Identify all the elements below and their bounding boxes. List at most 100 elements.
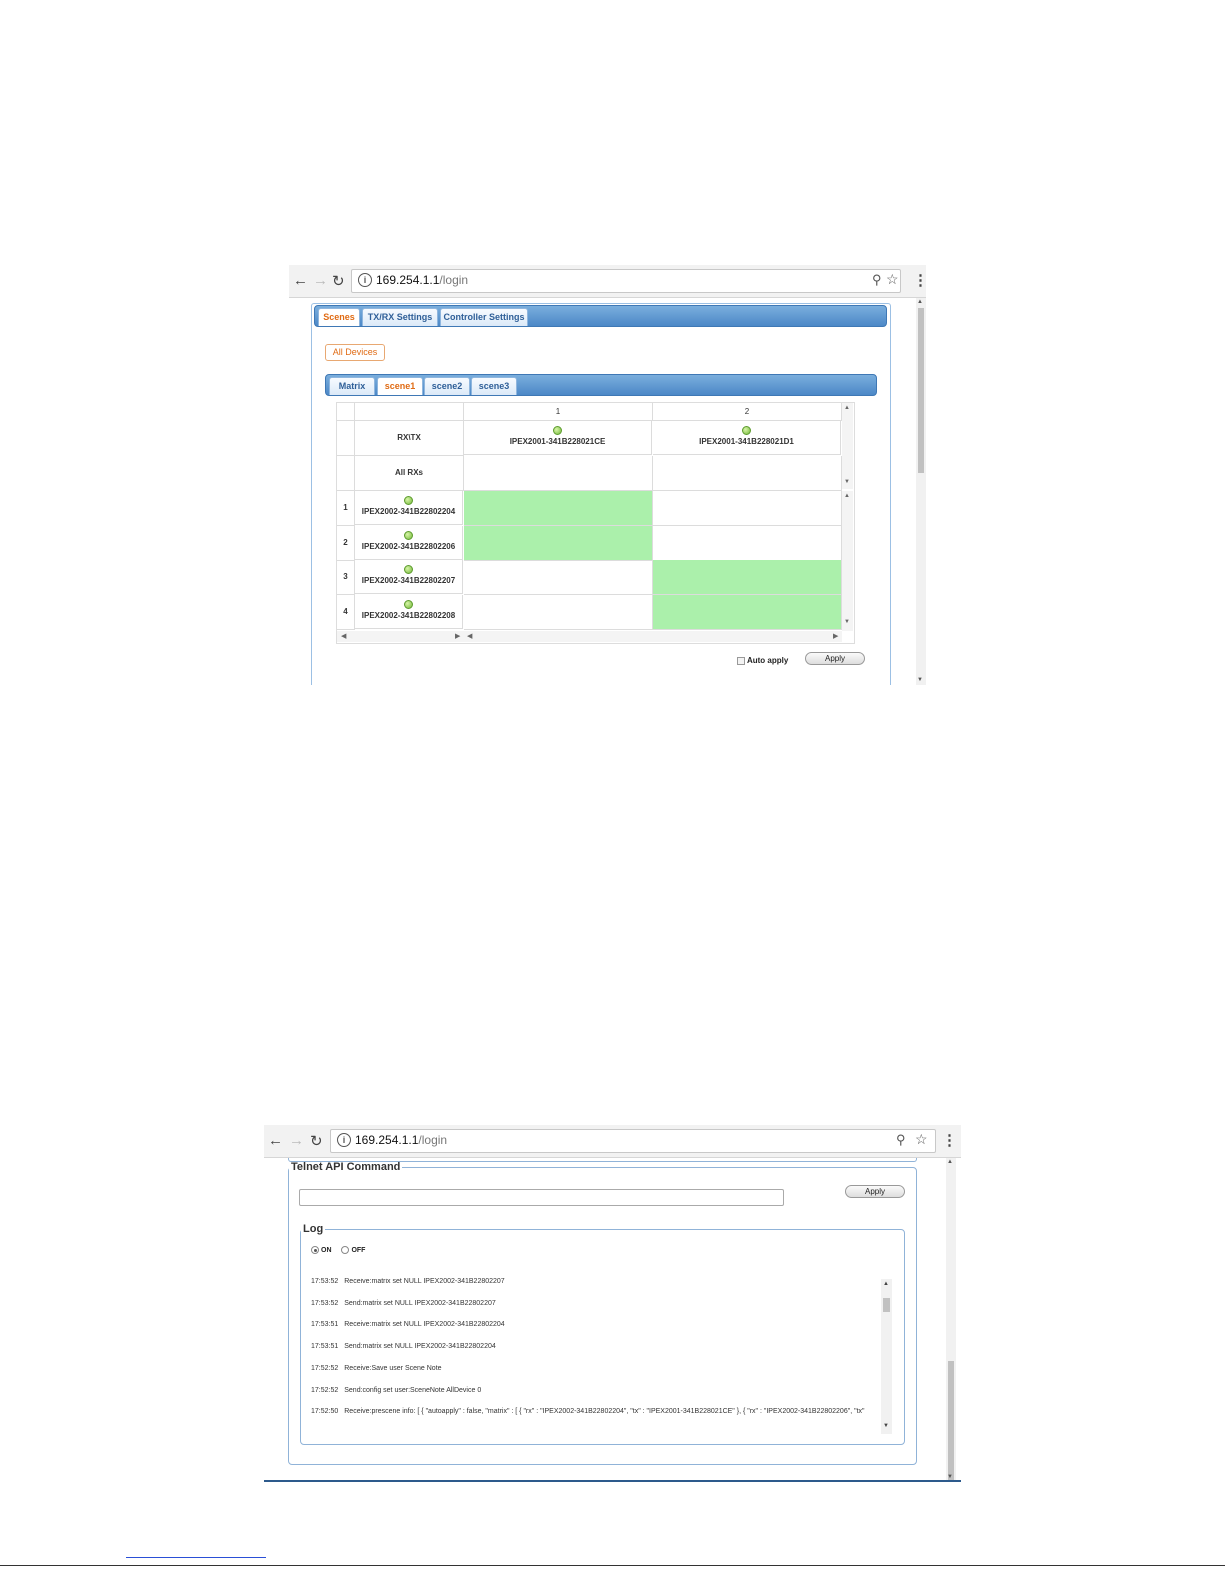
address-bar[interactable]: i 169.254.1.1/login ⚲ ☆ [351, 269, 901, 293]
matrix-blank [337, 421, 355, 456]
scroll-thumb[interactable] [883, 1298, 890, 1312]
reload-icon[interactable]: ↻ [310, 1132, 323, 1150]
telnet-command-input[interactable] [299, 1189, 784, 1206]
status-dot-icon [553, 426, 562, 435]
scroll-right-arrow-icon[interactable]: ▶ [833, 632, 838, 640]
browser-toolbar: ← → ↻ i 169.254.1.1/login ⚲ ☆ ⋮ [289, 265, 926, 298]
telnet-api-command-legend: Telnet API Command [291, 1161, 401, 1173]
log-time: 17:53:51 [311, 1321, 339, 1329]
log-line: 17:52:50 Receive:prescene info: [ { "auto… [311, 1408, 865, 1415]
auto-apply-label: Auto apply [746, 656, 789, 665]
log-line: 17:52:52 Receive:Save user Scene Note [311, 1365, 442, 1372]
log-off-radio[interactable] [341, 1246, 350, 1254]
back-arrow-icon[interactable]: ← [268, 1132, 283, 1149]
matrix-cell[interactable] [464, 560, 653, 595]
forward-arrow-icon[interactable]: → [289, 1132, 304, 1149]
log-off-label: OFF [351, 1246, 366, 1254]
scroll-up-arrow-icon[interactable]: ▲ [844, 405, 850, 411]
tab-scenes[interactable]: Scenes [318, 308, 360, 326]
scroll-thumb[interactable] [948, 1361, 954, 1482]
all-rxs-cell[interactable] [464, 456, 653, 491]
row-number: 4 [337, 595, 355, 630]
scroll-down-arrow-icon[interactable]: ▼ [883, 1423, 889, 1429]
log-on-option[interactable]: ON [311, 1246, 332, 1254]
browser-menu-icon[interactable]: ⋮ [942, 1131, 957, 1149]
bookmark-star-icon[interactable]: ☆ [886, 271, 899, 288]
hscroll[interactable]: ◀ ▶ ◀ ▶ [337, 631, 842, 642]
matrix-cell[interactable] [653, 526, 842, 561]
footer-link-underline[interactable] [126, 1556, 266, 1558]
address-bar[interactable]: i 169.254.1.1/login ⚲ ☆ [330, 1129, 936, 1153]
log-line: 17:53:52 Send:matrix set NULL IPEX2002-34… [311, 1300, 496, 1307]
reload-icon[interactable]: ↻ [332, 272, 345, 290]
matrix-header-blank-2 [355, 403, 464, 421]
back-arrow-icon[interactable]: ← [293, 272, 308, 289]
matrix-blank [337, 456, 355, 491]
log-on-radio[interactable] [311, 1246, 319, 1254]
header-vscroll[interactable]: ▲ ▼ [842, 403, 853, 489]
tab-scene3[interactable]: scene3 [471, 377, 517, 395]
auto-apply-checkbox[interactable] [737, 656, 745, 665]
rx-device-name: IPEX2002-341B22802207 [361, 576, 456, 585]
matrix-header-blank [337, 403, 355, 421]
matrix-cell[interactable] [464, 595, 653, 630]
rx-device-name: IPEX2002-341B22802208 [361, 611, 456, 620]
log-text: Send:matrix set NULL IPEX2002-341B228022… [344, 1299, 496, 1307]
auto-apply-option[interactable]: Auto apply [737, 656, 788, 665]
scroll-down-arrow-icon[interactable]: ▼ [844, 479, 850, 485]
scroll-up-arrow-icon[interactable]: ▲ [844, 493, 850, 499]
log-legend: Log [303, 1223, 324, 1235]
matrix-cell-routed[interactable] [464, 526, 653, 561]
telnet-apply-button[interactable]: Apply [845, 1185, 905, 1198]
tab-controller-settings[interactable]: Controller Settings [440, 308, 528, 326]
info-icon[interactable]: i [358, 273, 372, 287]
status-dot-icon [742, 426, 751, 435]
matrix-cell-routed[interactable] [653, 560, 842, 595]
forward-arrow-icon[interactable]: → [313, 272, 328, 289]
bookmark-star-icon[interactable]: ☆ [915, 1131, 928, 1148]
scroll-down-arrow-icon[interactable]: ▼ [917, 677, 923, 683]
tab-txrx-settings[interactable]: TX/RX Settings [362, 308, 438, 326]
rx-device-cell: IPEX2002-341B22802208 [355, 595, 463, 629]
matrix-cell[interactable] [653, 491, 842, 526]
log-line: 17:53:52 Receive:matrix set NULL IPEX2002… [311, 1278, 505, 1285]
log-text: Send:matrix set NULL IPEX2002-341B228022… [344, 1343, 496, 1351]
log-list: 17:53:52 Receive:matrix set NULL IPEX2002… [311, 1278, 881, 1435]
scroll-left-arrow-icon[interactable]: ◀ [341, 632, 346, 640]
tab-scene2[interactable]: scene2 [424, 377, 470, 395]
browser-menu-icon[interactable]: ⋮ [913, 271, 926, 289]
address-url: 169.254.1.1/login [376, 273, 469, 287]
scroll-up-arrow-icon[interactable]: ▲ [917, 299, 923, 305]
log-vscroll[interactable]: ▲ ▼ [881, 1279, 892, 1434]
log-time: 17:53:51 [311, 1343, 339, 1351]
scroll-left-arrow-icon[interactable]: ◀ [467, 632, 472, 640]
info-icon[interactable]: i [337, 1133, 351, 1147]
log-off-option[interactable]: OFF [341, 1246, 366, 1254]
main-tab-strip: Scenes TX/RX Settings Controller Setting… [314, 305, 887, 327]
rx-device-cell: IPEX2002-341B22802207 [355, 560, 463, 594]
scroll-down-arrow-icon[interactable]: ▼ [844, 619, 850, 625]
matrix-cell-routed[interactable] [653, 595, 842, 630]
status-dot-icon [404, 565, 413, 574]
page-vscroll[interactable]: ▲ ▼ [946, 1158, 956, 1482]
page-vscroll[interactable]: ▲ ▼ [916, 298, 926, 685]
all-rxs-cell[interactable] [653, 456, 842, 491]
scroll-right-arrow-icon[interactable]: ▶ [455, 632, 460, 640]
all-devices-button[interactable]: All Devices [325, 344, 385, 361]
tab-matrix[interactable]: Matrix [329, 377, 375, 395]
scroll-up-arrow-icon[interactable]: ▲ [947, 1159, 953, 1165]
scroll-up-arrow-icon[interactable]: ▲ [883, 1281, 889, 1287]
log-time: 17:52:52 [311, 1386, 339, 1394]
rx-device-cell: IPEX2002-341B22802206 [355, 526, 463, 560]
scroll-thumb[interactable] [918, 308, 924, 473]
matrix-cell-routed[interactable] [464, 491, 653, 526]
apply-button[interactable]: Apply [805, 652, 865, 665]
all-rxs-label: All RXs [355, 456, 464, 491]
body-vscroll[interactable]: ▲ ▼ [842, 491, 853, 631]
zoom-icon[interactable]: ⚲ [896, 1132, 906, 1148]
browser-window-telnet: ← → ↻ i 169.254.1.1/login ⚲ ☆ ⋮ Telnet A… [264, 1125, 961, 1482]
tx-device-header: IPEX2001-341B228021CE [464, 421, 652, 455]
tab-scene1[interactable]: scene1 [377, 377, 423, 395]
zoom-icon[interactable]: ⚲ [872, 272, 882, 288]
log-toggle: ON OFF [311, 1246, 365, 1254]
